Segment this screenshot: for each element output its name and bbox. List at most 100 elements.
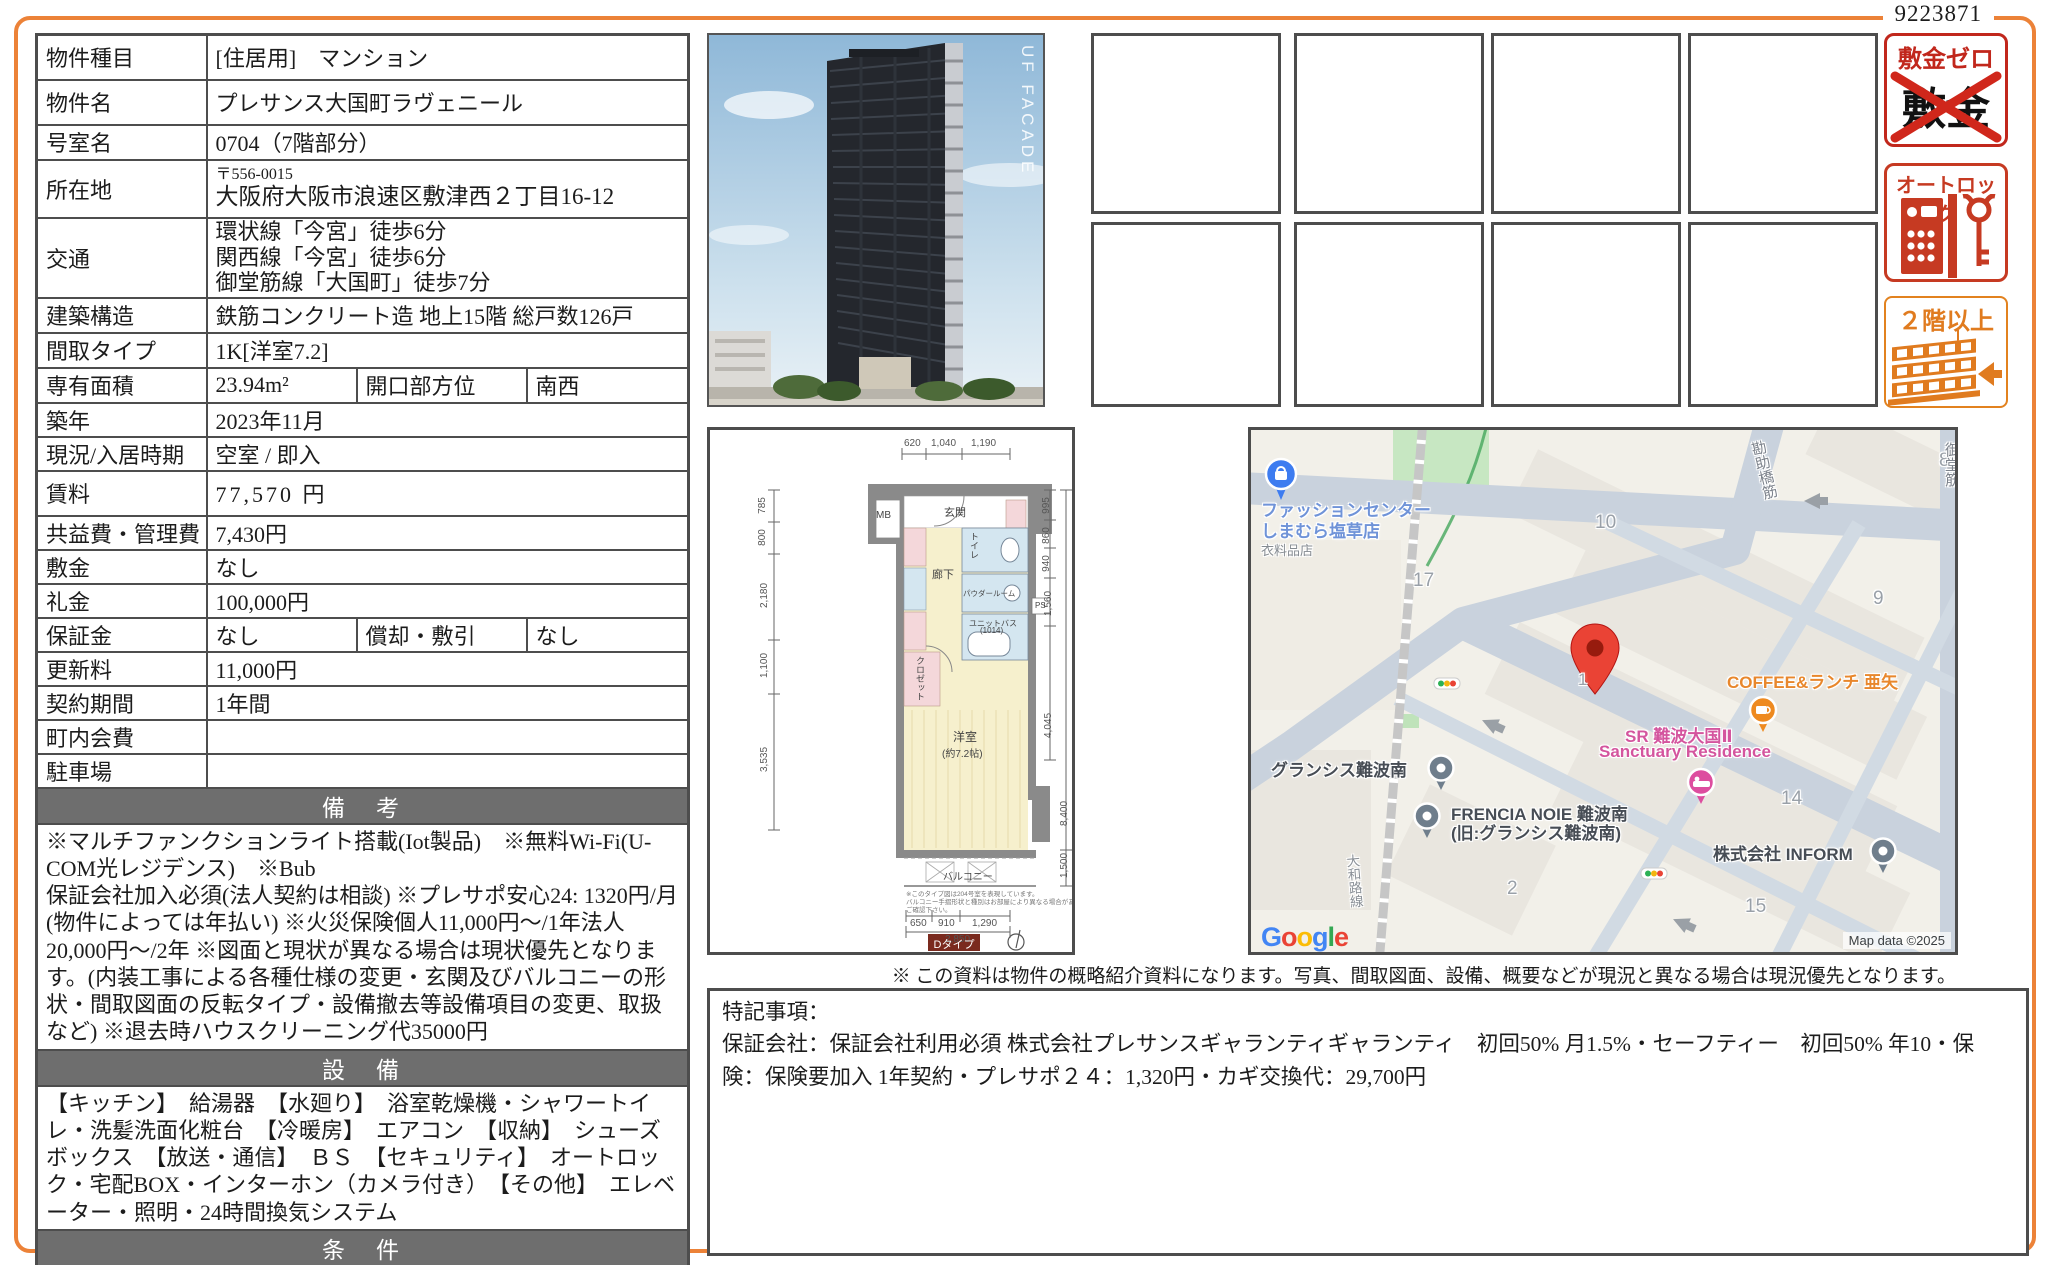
map-block-1: 1 — [1578, 670, 1587, 690]
fp-label-toilet: トイレ — [968, 532, 981, 559]
fp-label-closet: クロゼット — [914, 656, 927, 701]
no-deposit-badge: 敷金ゼロ 敷金 — [1884, 33, 2008, 147]
fp-dim-4045: 4,045 — [1043, 713, 1054, 738]
photo-placeholder-6 — [1294, 222, 1484, 407]
transport-line-2: 関西線「今宮」徒歩6分 — [216, 245, 680, 271]
remarks-header: 備 考 — [37, 788, 689, 824]
transport-line-3: 御堂筋線「大国町」徒歩7分 — [216, 270, 680, 296]
floorplan-panel: 620 1,040 1,190 785 800 2,180 1,100 3,53… — [707, 427, 1075, 955]
row-label-built: 築年 — [37, 403, 207, 437]
row-value-transport: 環状線「今宮」徒歩6分 関西線「今宮」徒歩6分 御堂筋線「大国町」徒歩7分 — [207, 218, 689, 298]
fp-dim-650: 650 — [910, 918, 927, 929]
autolock-badge: オートロック — [1884, 163, 2008, 282]
map-label-gransis: グランシス難波南 — [1271, 756, 1407, 781]
conditions-header: 条 件 — [37, 1230, 689, 1265]
fp-label-room: 洋室 — [953, 728, 977, 745]
photo-placeholder-4 — [1688, 33, 1878, 214]
row-value-keymoney: 100,000円 — [207, 584, 689, 618]
remarks-paragraph-1: ※マルチファンクションライト搭載(Iot製品) ※無料Wi-Fi(U-COM光レ… — [46, 828, 679, 883]
map-block-2: 2 — [1507, 878, 1518, 900]
fp-label-unit-bath-size: (1014) — [980, 626, 1003, 635]
disclaimer-note: ※ この資料は物件の概略紹介資料になります。写真、間取図面、設備、概要などが現況… — [700, 961, 1956, 988]
remarks-paragraph-2: 保証会社加入必須(法人契約は相談) ※プレサポ安心24: 1320円/月(物件に… — [46, 882, 679, 1046]
fp-dim-910: 910 — [938, 918, 955, 929]
special-notes-box: 特記事項： 保証会社：保証会社利用必須 株式会社プレサンスギャランティギャランテ… — [707, 988, 2029, 1256]
property-spec-table: 物件種目[住居用] マンション 物件名プレサンス大国町ラヴェニール 号室名070… — [35, 33, 690, 1265]
photo-placeholder-5 — [1091, 222, 1281, 407]
row-label-status: 現況/入居時期 — [37, 437, 207, 471]
row-value-deposit: なし — [207, 550, 689, 584]
building-arrow-icon — [1886, 330, 2004, 406]
row-value-area: 23.94m² — [207, 368, 357, 403]
property-flyer-page: 9223871 物件種目[住居用] マンション 物件名プレサンス大国町ラヴェニー… — [0, 0, 2056, 1265]
map-block-17: 17 — [1413, 570, 1434, 592]
fp-dim-1290: 1,290 — [972, 918, 997, 929]
row-label-area: 専有面積 — [37, 368, 207, 403]
photo-placeholder-2 — [1294, 33, 1484, 214]
map-label-coffee: COFFEE&ランチ 亜矢 — [1727, 668, 1898, 693]
row-value-status: 空室 / 即入 — [207, 437, 689, 471]
google-logo: Google — [1261, 922, 1348, 953]
map-block-10: 10 — [1595, 512, 1616, 534]
fp-label-ps: PS — [1035, 601, 1046, 610]
photo-placeholder-8 — [1688, 222, 1878, 407]
fp-dim-995: 995 — [1041, 497, 1052, 514]
row-label-fees: 共益費・管理費 — [37, 516, 207, 550]
row-label-room: 号室名 — [37, 125, 207, 160]
row-label-keymoney: 礼金 — [37, 584, 207, 618]
fp-dim-2180: 2,180 — [759, 583, 770, 608]
map-attribution: Map data ©2025 — [1843, 932, 1951, 949]
row-value-guarantee: なし — [207, 618, 357, 652]
fp-label-powder-room: パウダールーム — [963, 588, 1015, 599]
autolock-intercom-key-icon — [1887, 194, 2005, 278]
fp-label-mb: MB — [876, 510, 891, 521]
fp-label-balcony: バルコニー — [943, 868, 993, 883]
row-label-name: 物件名 — [37, 80, 207, 125]
row-value-parking — [207, 754, 689, 788]
photo-placeholder-7 — [1491, 222, 1681, 407]
postal-code: 〒556-0015 — [216, 167, 680, 184]
map-label-sr-2: Sanctuary Residence — [1599, 742, 1771, 762]
row-value-association — [207, 720, 689, 754]
map-block-9: 9 — [1873, 588, 1884, 610]
map-block-15: 15 — [1745, 896, 1766, 918]
document-number: 9223871 — [1883, 1, 1995, 27]
row-value-fees: 7,430円 — [207, 516, 689, 550]
row-value-address: 〒556-0015 大阪府大阪市浪速区敷津西２丁目16-12 — [207, 160, 689, 218]
fp-dim-1040: 1,040 — [931, 438, 956, 449]
fp-dim-8400: 8,400 — [1059, 801, 1070, 826]
building-photo-illustration — [709, 35, 1043, 405]
row-value-amortization: なし — [527, 618, 689, 652]
remarks-text: ※マルチファンクションライト搭載(Iot製品) ※無料Wi-Fi(U-COM光レ… — [37, 824, 689, 1050]
row-label-deposit: 敷金 — [37, 550, 207, 584]
map-label-inform: 株式会社 INFORM — [1713, 840, 1853, 865]
row-value-name: プレサンス大国町ラヴェニール — [207, 80, 689, 125]
row-value-room: 0704（7階部分） — [207, 125, 689, 160]
row-label-facing: 開口部方位 — [357, 368, 527, 403]
row-value-structure: 鉄筋コンクリート造 地上15階 総戸数126戸 — [207, 298, 689, 333]
no-deposit-cross-icon: 敷金 — [1887, 68, 2005, 144]
map-label-frencia-2: (旧:グランシス難波南) — [1451, 819, 1621, 844]
photo-watermark: UF FACADE — [1017, 45, 1037, 176]
fp-dim-3535: 3,535 — [759, 747, 770, 772]
equipment-text: 【キッチン】 給湯器 【水廻り】 浴室乾燥機・シャワートイレ・洗髪洗面化粧台 【… — [37, 1086, 689, 1230]
fp-dim-785: 785 — [757, 497, 768, 514]
fp-dim-1190: 1,190 — [971, 438, 996, 449]
row-value-term: 1年間 — [207, 686, 689, 720]
row-value-rent: 77,570 円 — [207, 471, 689, 516]
row-label-transport: 交通 — [37, 218, 207, 298]
row-label-rent: 賃料 — [37, 471, 207, 516]
row-label-term: 契約期間 — [37, 686, 207, 720]
row-label-parking: 駐車場 — [37, 754, 207, 788]
fp-label-entrance: 玄関 — [944, 504, 966, 520]
row-label-association: 町内会費 — [37, 720, 207, 754]
photo-placeholder-1 — [1091, 33, 1281, 214]
transport-line-1: 環状線「今宮」徒歩6分 — [216, 219, 680, 245]
fp-dim-1500: 1,500 — [1059, 853, 1070, 878]
fp-label-hallway: 廊下 — [932, 566, 954, 582]
row-label-type: 物件種目 — [37, 35, 207, 80]
map-label-shimamura-3: 衣料品店 — [1261, 540, 1313, 559]
row-label-address: 所在地 — [37, 160, 207, 218]
fp-dim-940: 940 — [1041, 555, 1052, 572]
special-notes-body: 保証会社：保証会社利用必須 株式会社プレサンスギャランティギャランティ 初回50… — [722, 1028, 2014, 1093]
